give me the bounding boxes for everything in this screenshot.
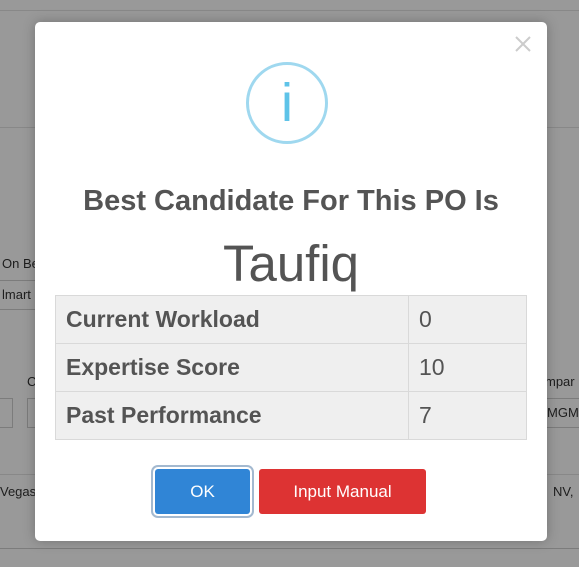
candidate-dialog: i Best Candidate For This PO Is Taufiq C… <box>35 22 547 541</box>
table-row: Expertise Score 10 <box>55 343 527 392</box>
info-icon: i <box>246 62 328 144</box>
close-button[interactable] <box>513 34 533 54</box>
table-row: Past Performance 7 <box>55 391 527 440</box>
candidate-stats-table: Current Workload 0 Expertise Score 10 Pa… <box>55 295 527 440</box>
stat-value: 0 <box>408 295 527 344</box>
stat-value: 7 <box>408 391 527 440</box>
dialog-title: Best Candidate For This PO Is <box>83 185 499 217</box>
input-manual-button[interactable]: Input Manual <box>259 469 426 514</box>
stat-value: 10 <box>408 343 527 392</box>
ok-button[interactable]: OK <box>155 469 250 514</box>
candidate-name: Taufiq <box>222 235 360 292</box>
close-icon <box>515 36 531 52</box>
stat-label: Expertise Score <box>55 343 409 392</box>
stat-label: Past Performance <box>55 391 409 440</box>
stat-label: Current Workload <box>55 295 409 344</box>
table-row: Current Workload 0 <box>55 295 527 344</box>
